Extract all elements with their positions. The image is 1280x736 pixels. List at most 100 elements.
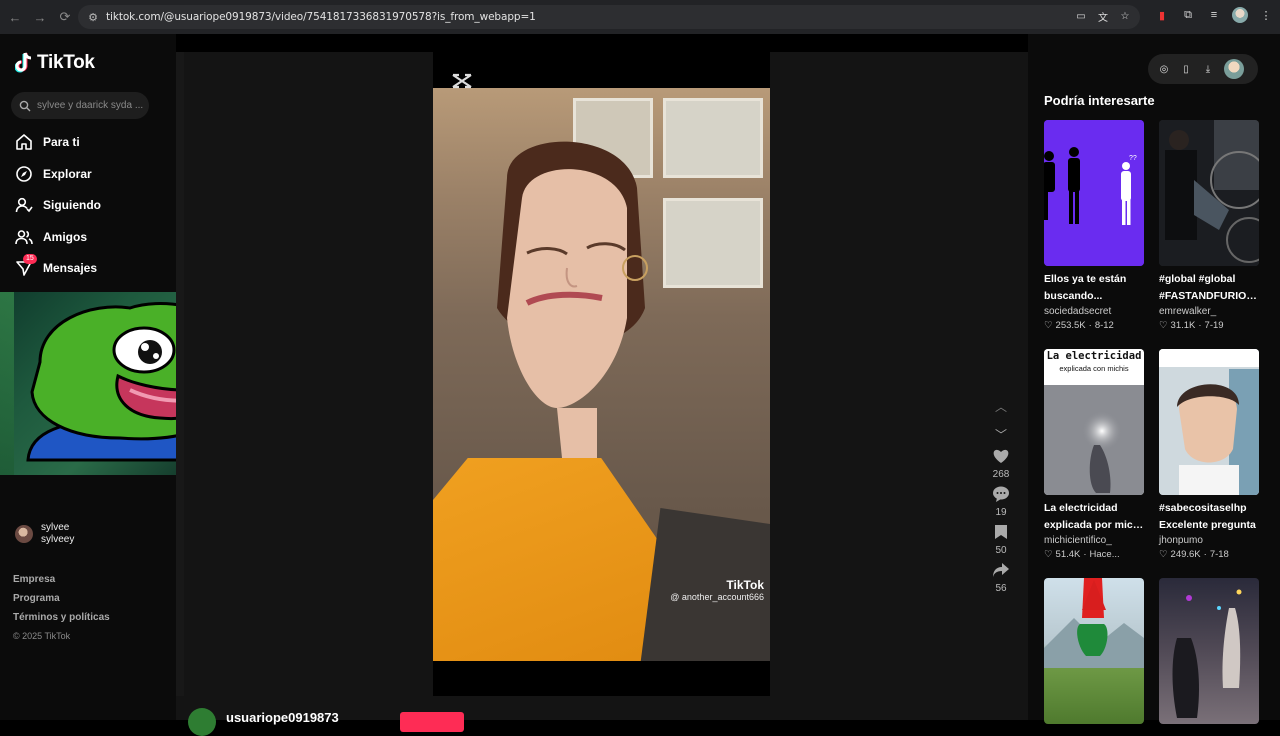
author-name[interactable]: usuariope0919873: [226, 710, 339, 725]
follow-button[interactable]: [400, 712, 464, 732]
search-input[interactable]: sylvee y daarick syda ...: [11, 92, 149, 119]
bookmark-star-icon[interactable]: ☆: [1118, 9, 1132, 23]
heart-outline-icon: ♡: [1159, 549, 1168, 560]
bg-window-2: [663, 198, 763, 288]
rec-thumbnail[interactable]: [1159, 578, 1259, 724]
rec-card[interactable]: #global #global #FASTANDFURIOU... emrewa…: [1159, 120, 1259, 331]
dot-separator: ·: [1198, 320, 1202, 331]
footer-link-terminos[interactable]: Términos y políticas: [13, 610, 110, 629]
heart-outline-icon: ♡: [1044, 549, 1053, 560]
rec-card[interactable]: La electricidad explicada con michis La …: [1044, 349, 1144, 560]
sidebar-item-mensajes[interactable]: 15 Mensajes: [15, 254, 98, 280]
messages-icon: 15: [15, 254, 37, 277]
logo-text: TikTok: [37, 52, 95, 73]
account-handle: sylveey: [41, 534, 75, 545]
rec-title-line2: Excelente pregunta: [1159, 519, 1256, 531]
rec-username[interactable]: michicientifico_: [1044, 535, 1144, 546]
rec-thumbnail[interactable]: La electricidad explicada con michis: [1044, 349, 1144, 495]
translate-icon[interactable]: 文: [1096, 9, 1110, 24]
account-entry[interactable]: sylvee sylveey: [15, 522, 74, 546]
cast-icon[interactable]: ▭: [1074, 9, 1088, 23]
party-scene-illustration: [1172, 589, 1242, 718]
extensions-icon[interactable]: ⧉: [1180, 7, 1196, 23]
sidebar-item-siguiendo[interactable]: Siguiendo: [15, 193, 101, 217]
back-icon[interactable]: ←: [4, 6, 26, 28]
friends-icon: [15, 228, 33, 246]
rec-username[interactable]: sociedadsecret: [1044, 306, 1144, 317]
author-bar: usuariope0919873: [176, 696, 1028, 736]
main-left-strip: [176, 52, 184, 720]
like-button[interactable]: 268: [992, 448, 1010, 480]
overlay-stripe: [0, 292, 14, 475]
sidebar-item-explorar[interactable]: Explorar: [15, 162, 92, 186]
rec-thumbnail[interactable]: [1159, 349, 1259, 495]
bg-window-1: [663, 98, 763, 178]
video-actions: ︿ ﹀ 268 19 50 56: [984, 392, 1018, 600]
footer-link-programa[interactable]: Programa: [13, 591, 110, 610]
sidebar-item-label: Siguiendo: [43, 198, 101, 212]
watermark-brand: TikTok: [726, 578, 764, 592]
coin-icon[interactable]: ◎: [1158, 63, 1170, 75]
extension-red-icon[interactable]: ▮: [1154, 7, 1170, 23]
sidebar-item-para-ti[interactable]: Para ti: [15, 130, 80, 154]
tiktok-logo[interactable]: TikTok: [15, 52, 95, 74]
forward-icon[interactable]: →: [29, 6, 51, 28]
dot-separator: ·: [1083, 549, 1087, 560]
rec-username[interactable]: emrewalker_: [1159, 306, 1259, 317]
menu-icon[interactable]: ⋮: [1258, 7, 1274, 23]
sidebar-item-label: Mensajes: [43, 261, 98, 275]
save-button[interactable]: 50: [994, 524, 1008, 556]
capcut-icon: [452, 73, 472, 89]
rec-date: 7-18: [1209, 549, 1229, 560]
author-avatar[interactable]: [188, 708, 216, 736]
copyright: © 2025 TikTok: [13, 631, 71, 641]
following-icon: [15, 196, 33, 214]
rec-stats: ♡ 31.1K · 7-19: [1159, 320, 1259, 331]
video-player[interactable]: TikTok @ another_account666: [433, 52, 770, 696]
url-text[interactable]: tiktok.com/@usuariope0919873/video/75418…: [106, 11, 536, 23]
rec-thumbnail[interactable]: [1159, 120, 1259, 266]
rec-card[interactable]: ?? Ellos ya te están buscando... socieda…: [1044, 120, 1144, 331]
prev-video-icon[interactable]: ︿: [995, 392, 1007, 420]
sidebar-item-label: Amigos: [43, 230, 88, 244]
rec-likes: 51.4K: [1055, 549, 1081, 560]
rec-thumbnail[interactable]: [1044, 578, 1144, 724]
rec-date: Hace...: [1089, 549, 1120, 560]
messages-badge: 15: [23, 254, 37, 264]
profile-avatar[interactable]: [1232, 7, 1248, 23]
rec-stats: ♡ 253.5K · 8-12: [1044, 320, 1144, 331]
address-bar[interactable]: ⚙ tiktok.com/@usuariope0919873/video/754…: [78, 5, 1140, 29]
rec-title-line2: explicada por michis: [1044, 519, 1144, 531]
tiktok-note-icon: [15, 52, 32, 73]
rec-thumbnail[interactable]: ??: [1044, 120, 1144, 266]
media-control-icon[interactable]: ≡: [1206, 7, 1222, 23]
like-count: 268: [992, 469, 1010, 480]
rec-card[interactable]: #sabecositaselhp Excelente pregunta jhon…: [1159, 349, 1259, 560]
rec-stats: ♡ 249.6K · 7-18: [1159, 549, 1259, 560]
next-video-icon[interactable]: ﹀: [995, 420, 1007, 448]
save-count: 50: [995, 545, 1007, 556]
rec-likes: 253.5K: [1055, 320, 1086, 331]
comment-button[interactable]: 19: [992, 486, 1010, 518]
download-icon[interactable]: ⤓: [1202, 63, 1214, 75]
site-info-icon[interactable]: ⚙: [86, 10, 100, 24]
reload-icon[interactable]: ⟳: [54, 6, 76, 28]
home-icon: [15, 133, 33, 151]
rec-title-line1: #sabecositaselhp: [1159, 502, 1247, 514]
rec-card[interactable]: [1159, 578, 1259, 724]
video-frame: TikTok @ another_account666: [433, 88, 770, 661]
share-count: 56: [995, 583, 1007, 594]
gnome-illustration: [1044, 578, 1144, 668]
sidebar-item-amigos[interactable]: Amigos: [15, 225, 87, 249]
footer-link-empresa[interactable]: Empresa: [13, 572, 110, 591]
rec-title-line2: #FASTANDFURIOU...: [1159, 290, 1259, 302]
share-button[interactable]: 56: [992, 562, 1010, 594]
device-icon[interactable]: ▯: [1180, 63, 1192, 75]
user-avatar[interactable]: [1224, 59, 1244, 79]
rec-username[interactable]: jhonpumo: [1159, 535, 1259, 546]
section-title: Podría interesarte: [1044, 93, 1155, 108]
rec-card[interactable]: [1044, 578, 1144, 724]
person-face: [497, 141, 648, 458]
search-placeholder: sylvee y daarick syda ...: [37, 100, 144, 111]
lamp-cat-illustration: [1044, 385, 1144, 495]
